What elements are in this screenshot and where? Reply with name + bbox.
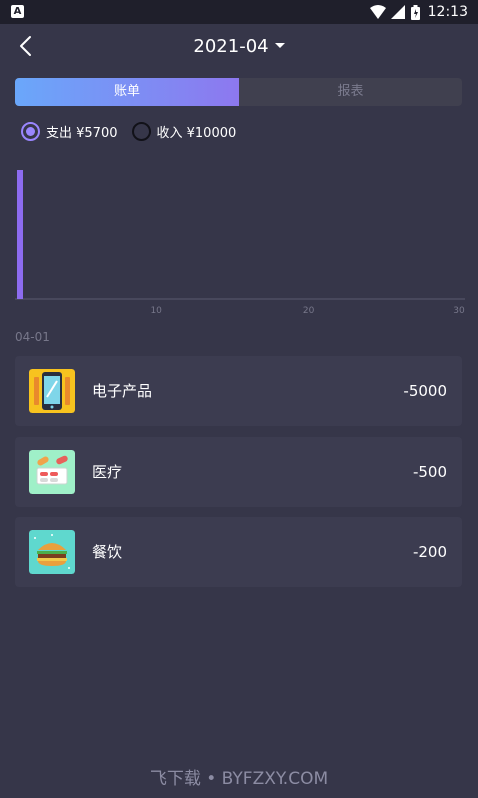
notification-icon: A — [11, 5, 24, 18]
income-radio[interactable] — [131, 121, 151, 141]
header: 2021-04 — [0, 24, 478, 72]
daily-expense-chart: 10 20 30 — [15, 170, 465, 316]
caret-down-icon — [274, 42, 285, 48]
signal-icon — [390, 5, 405, 19]
record-item-dining[interactable]: 餐饮 -200 — [15, 517, 462, 587]
record-amount: -5000 — [403, 382, 447, 400]
burger-icon — [29, 530, 75, 574]
expense-radio[interactable] — [21, 121, 40, 141]
income-option[interactable]: 收入 ¥10000 — [131, 121, 237, 141]
month-label: 2021-04 — [193, 36, 269, 57]
record-name: 电子产品 — [92, 382, 153, 400]
tab-bar: 账单 报表 — [15, 78, 462, 106]
expense-label: 支出 ¥5700 — [46, 125, 118, 141]
record-amount: -500 — [412, 463, 447, 481]
status-icons: 12:13 — [369, 3, 468, 21]
record-item-electronics[interactable]: 电子产品 -5000 — [15, 356, 462, 426]
x-tick-label: 10 — [150, 306, 162, 316]
watermark: 飞下载 • BYFZXY.COM — [149, 769, 329, 789]
chart-bar — [17, 170, 23, 299]
x-tick-label: 30 — [453, 306, 465, 316]
expense-option[interactable]: 支出 ¥5700 — [21, 121, 118, 141]
income-label: 收入 ¥10000 — [156, 125, 237, 141]
medicine-icon — [29, 450, 75, 494]
record-name: 医疗 — [92, 463, 123, 481]
date-group-label: 04-01 — [15, 330, 50, 344]
x-tick-label: 20 — [303, 306, 315, 316]
record-item-medical[interactable]: 医疗 -500 — [15, 437, 462, 507]
status-bar: A 12:13 — [0, 0, 478, 24]
record-name: 餐饮 — [92, 543, 123, 561]
phone-icon — [29, 369, 75, 413]
wifi-icon — [369, 5, 386, 19]
status-time: 12:13 — [427, 4, 468, 20]
type-filter: 支出 ¥5700 收入 ¥10000 — [21, 121, 250, 141]
tab-report[interactable]: 报表 — [239, 78, 462, 106]
battery-icon — [410, 4, 420, 20]
record-amount: -200 — [412, 543, 447, 561]
tab-bill[interactable]: 账单 — [15, 78, 239, 106]
month-selector[interactable]: 2021-04 — [0, 36, 478, 57]
